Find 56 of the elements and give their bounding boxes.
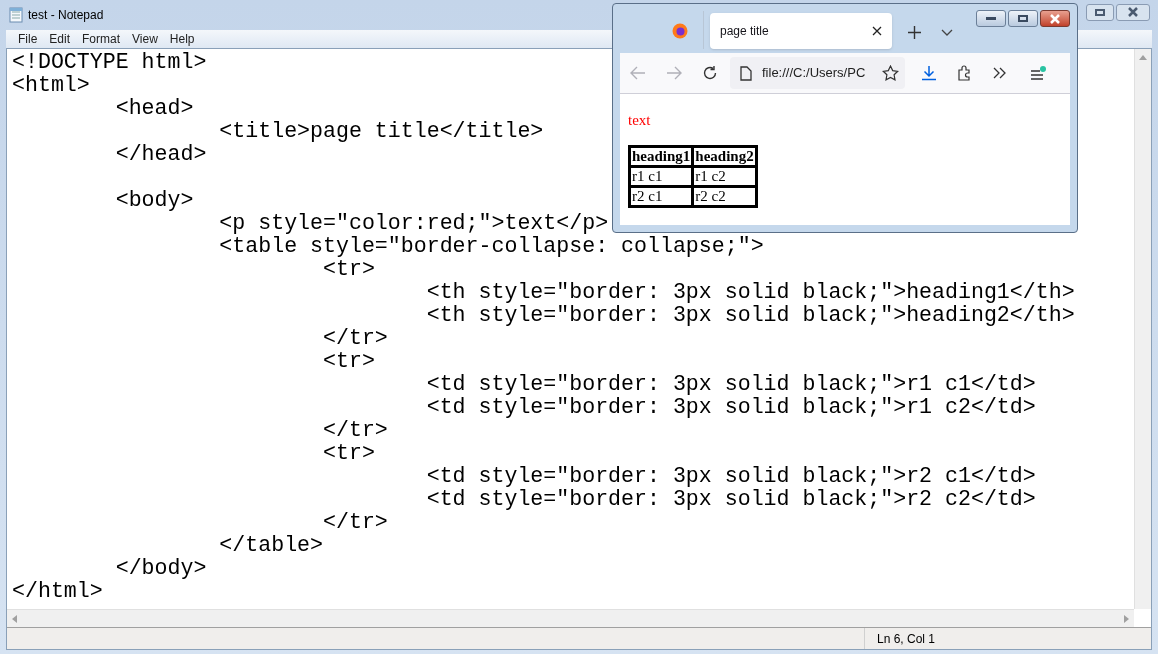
table-cell: r2 c1 [629,186,693,207]
code-line: <th style="border: 3px solid black;">heading2</th> [425,304,1075,327]
address-bar[interactable]: file:///C:/Users/PC [730,57,905,89]
code-line: <p style="color:red;">text</p> [218,212,609,235]
window-title: test - Notepad [28,7,104,24]
browser-logo-icon [672,23,688,39]
code-line: </tr> [322,511,388,534]
code-line: <!DOCTYPE html> [12,51,207,74]
notepad-icon [8,7,24,23]
code-line: </tr> [322,327,388,350]
table-header-cell: heading1 [629,146,693,167]
code-line: <html> [12,74,90,97]
reload-icon[interactable] [702,65,718,81]
table-cell: r1 c1 [629,166,693,187]
code-line: <td style="border: 3px solid black;">r1 c1</td> [425,373,1036,396]
code-line: </html> [12,580,103,603]
table-cell: r1 c2 [692,166,757,187]
code-line: <td style="border: 3px solid black;">r2 c1</td> [425,465,1036,488]
table-header-cell: heading2 [692,146,757,167]
code-line: <table style="border-collapse: collapse;"> [218,235,764,258]
chevron-down-icon[interactable] [941,29,953,37]
puzzle-icon[interactable] [957,65,973,81]
menu-item[interactable]: Format [76,30,127,48]
code-line: </body> [114,557,207,580]
code-line: </tr> [322,419,388,442]
chevrons-right-icon[interactable] [993,67,1007,79]
code-line: <head> [114,97,194,120]
code-line: </table> [218,534,323,557]
close-icon[interactable] [872,26,882,36]
menu-item[interactable]: Edit [43,30,77,48]
star-icon[interactable] [882,65,899,81]
paragraph: text [628,111,652,129]
menu-item[interactable]: File [12,30,44,48]
download-icon[interactable] [921,65,937,81]
maximize-button[interactable] [1086,3,1114,21]
code-line: <td style="border: 3px solid black;">r1 c2</td> [425,396,1036,419]
menu-item[interactable]: View [126,30,164,48]
code-line: <title>page title</title> [218,120,544,143]
code-line: <tr> [322,258,375,281]
code-line: </head> [114,143,207,166]
code-line: <body> [114,189,194,212]
code-line: <th style="border: 3px solid black;">heading1</th> [425,281,1075,304]
menu-item[interactable]: Help [163,30,201,48]
maximize-button[interactable] [1008,10,1038,27]
table-cell: r2 c2 [692,186,757,207]
close-button[interactable] [1116,3,1150,21]
status-text: Ln 6, Col 1 [877,630,936,648]
new-tab-icon[interactable] [908,26,921,39]
code-line: <tr> [322,350,375,373]
menu-icon[interactable] [1029,65,1047,81]
page-icon [740,65,752,81]
browser-tab[interactable]: page title [710,13,892,49]
minimize-button[interactable] [976,10,1006,27]
close-button[interactable] [1040,10,1070,27]
code-line: <tr> [322,442,375,465]
code-line: <td style="border: 3px solid black;">r2 c2</td> [425,488,1036,511]
